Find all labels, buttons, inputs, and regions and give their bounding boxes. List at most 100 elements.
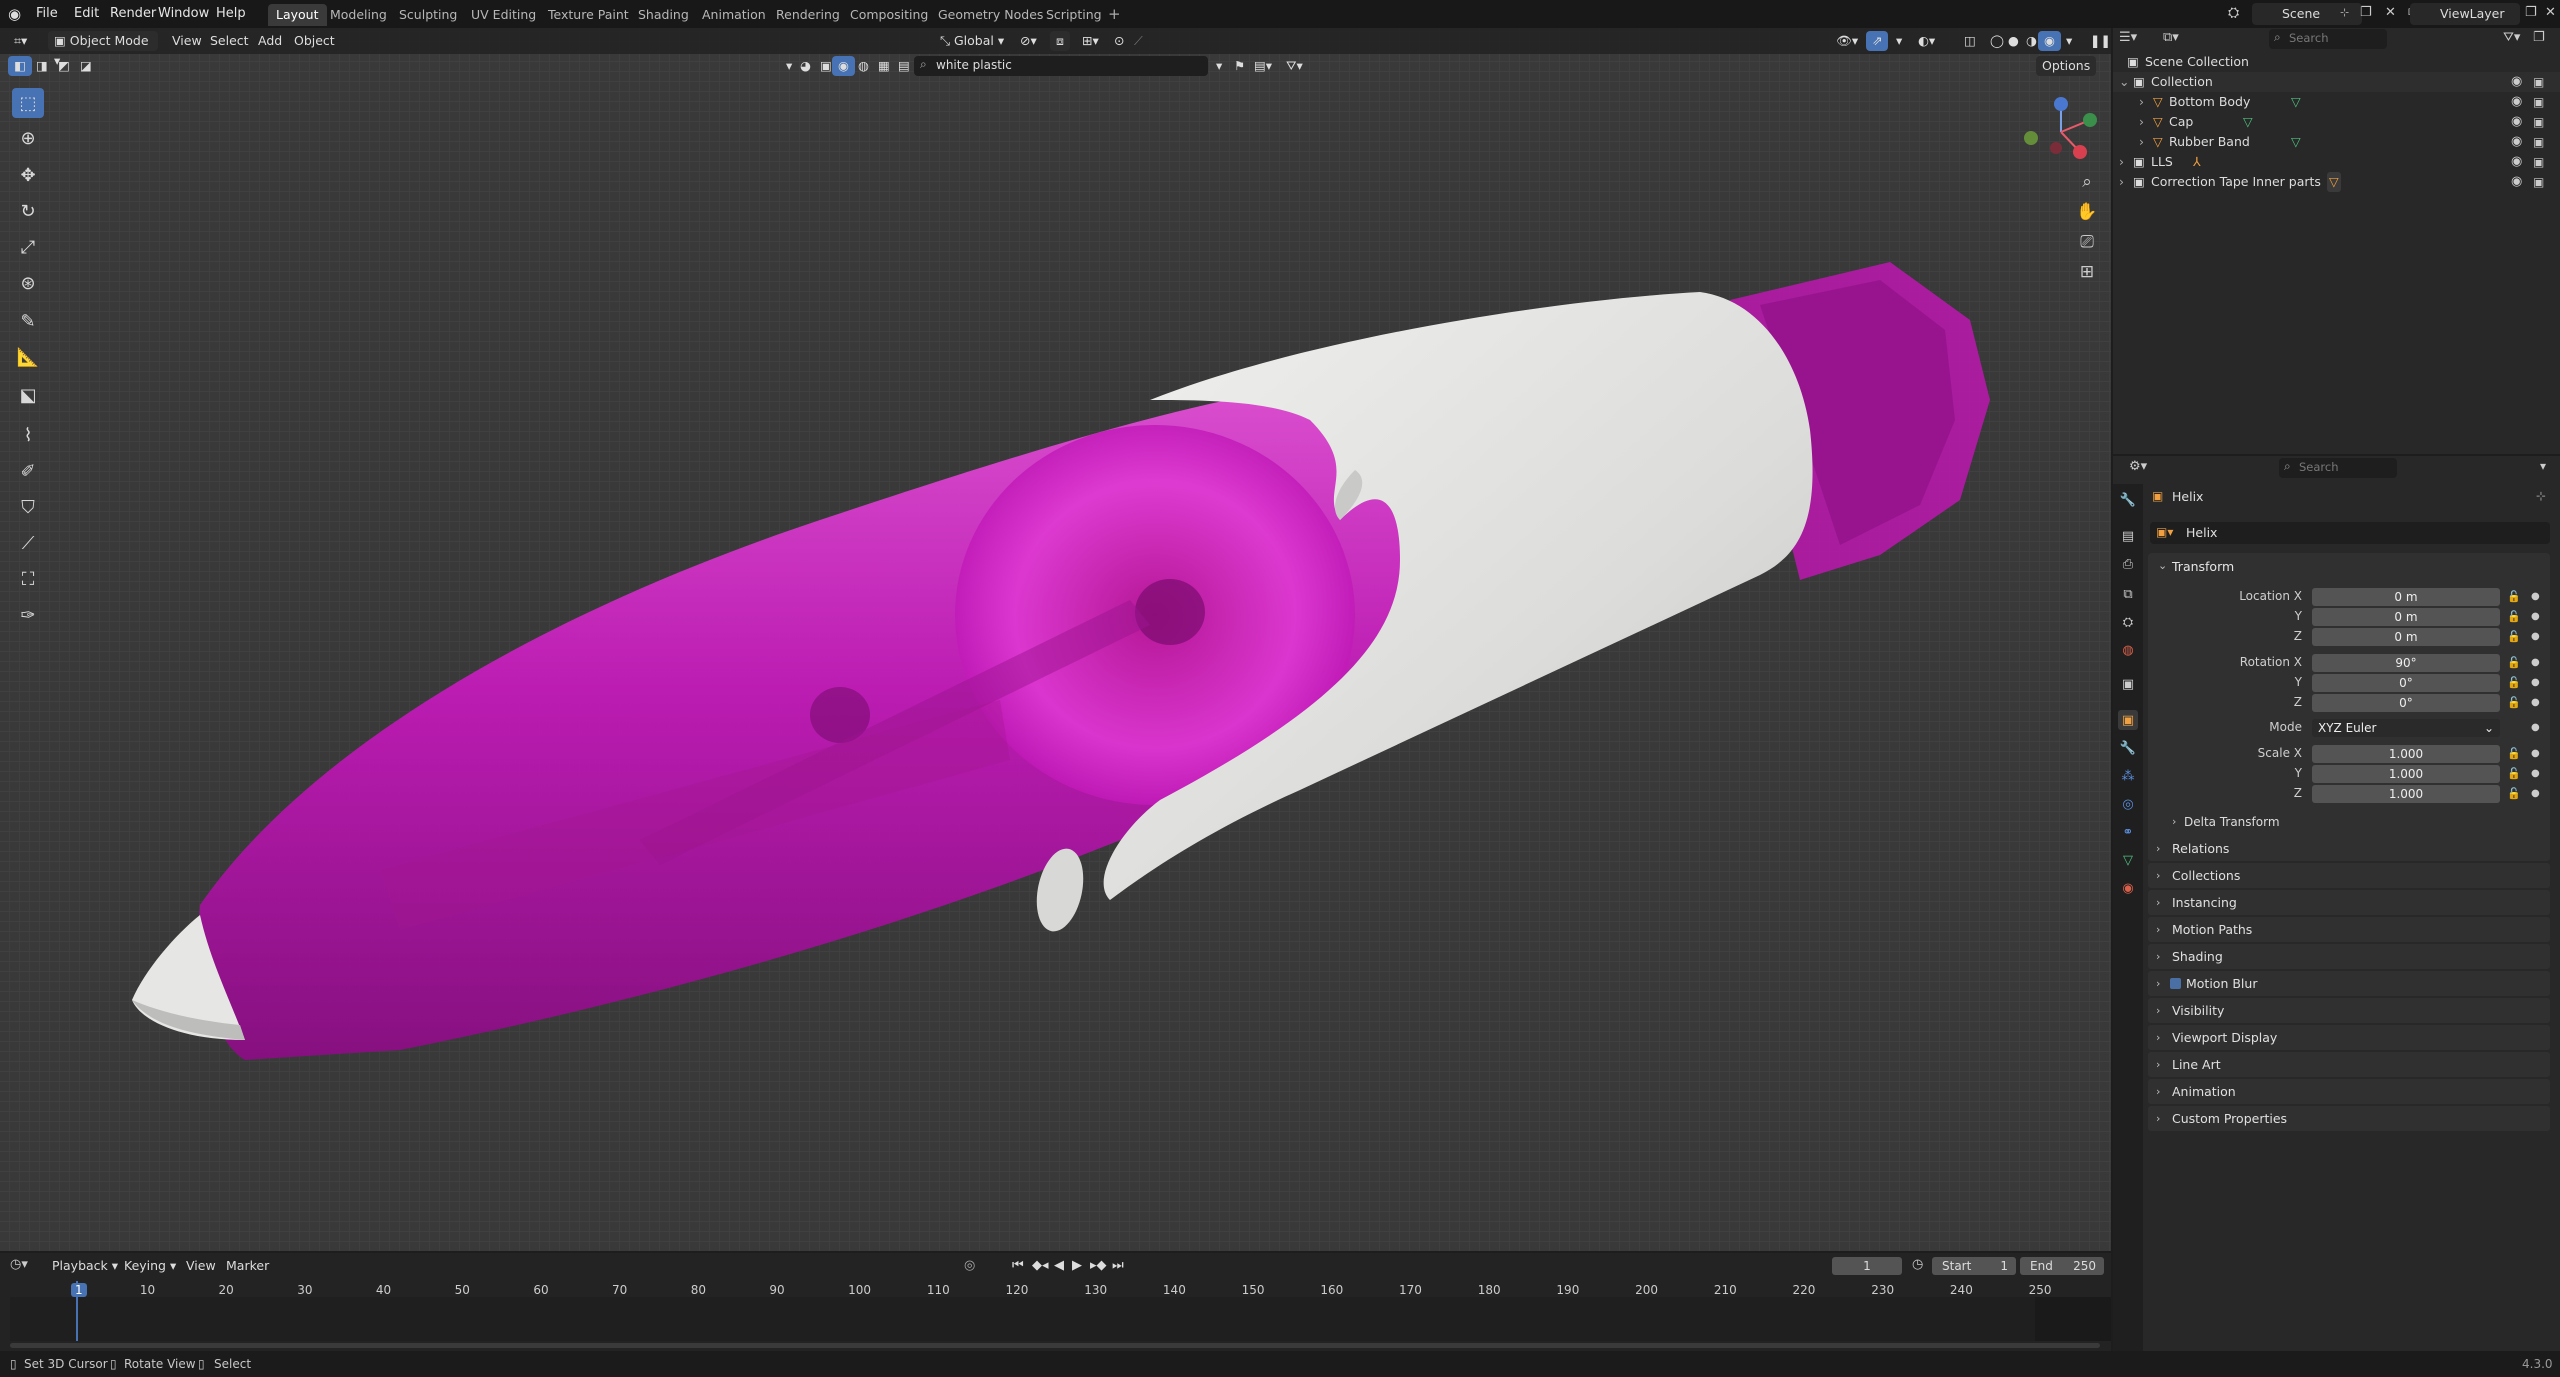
viewport-display-panel[interactable]: › Viewport Display [2148,1025,2550,1050]
shape-tool-icon[interactable]: ⛶ [12,564,44,594]
location-y-field[interactable]: 0 m [2312,608,2500,626]
shading-panel[interactable]: › Shading [2148,944,2550,969]
transform-orientation-selector[interactable]: ⤡ Global ▾ [934,31,1010,51]
new-collection-icon[interactable]: ❐ [2533,30,2545,45]
timeline-editor-icon[interactable]: ◷▾ [10,1257,28,1272]
move-tool-icon[interactable]: ✥ [12,160,44,190]
cursor-tool-icon[interactable]: ⊕ [12,123,44,153]
tab-scripting[interactable]: Scripting [1038,4,1110,26]
outliner-row-cap[interactable]: › ▽ Cap ▽ ◉ ▣ [2113,112,2560,132]
3d-viewport[interactable] [0,28,2111,1251]
camera-icon[interactable]: ▣ [2533,172,2544,192]
fill-tool-icon[interactable]: ⛉ [12,492,44,522]
keyframe-dot-icon[interactable]: ● [2531,697,2540,708]
snap-toggle-icon[interactable]: ⧈ [1050,31,1070,51]
object-tab-icon[interactable]: ▣ [2118,710,2138,730]
scene-icon[interactable]: ⛭ [2228,5,2239,21]
camera-icon[interactable]: ▣ [2533,112,2544,132]
delete-view-layer-icon[interactable]: ✕ [2545,5,2556,20]
camera-icon[interactable]: ▣ [2533,152,2544,172]
select-new-icon[interactable]: ◧ [8,56,32,76]
tab-animation[interactable]: Animation [694,4,774,26]
lock-icon[interactable]: 🔓 [2507,787,2521,800]
material-tab-icon[interactable]: ◉ [2118,878,2138,898]
select-invert-icon[interactable]: ◪ [74,56,98,76]
outliner-row-lls[interactable]: › ▣ LLS ⅄ ◉ ▣ [2113,152,2560,172]
properties-editor-icon[interactable]: ⚙▾ [2129,459,2147,474]
scale-y-field[interactable]: 1.000 [2312,765,2500,783]
motion-paths-panel[interactable]: › Motion Paths [2148,917,2550,942]
tab-compositing[interactable]: Compositing [842,4,936,26]
new-view-layer-icon[interactable]: ❐ [2525,5,2537,20]
shading-options-icon[interactable]: ▾ [2060,31,2078,51]
tab-shading[interactable]: Shading [630,4,697,26]
keyframe-dot-icon[interactable]: ● [2531,631,2540,642]
expand-chevron-icon[interactable]: › [2139,112,2144,132]
world-tab-icon[interactable]: ◍ [2118,640,2138,660]
outliner-row-collection[interactable]: ⌄ ▣ Collection ◉ ▣ [2113,72,2560,92]
expand-chevron-icon[interactable]: › [2172,815,2176,828]
rotation-z-field[interactable]: 0° [2312,694,2500,712]
custom-properties-panel[interactable]: › Custom Properties [2148,1106,2550,1131]
tab-modeling[interactable]: Modeling [322,4,395,26]
play-reverse-icon[interactable]: ◀ [1054,1258,1064,1273]
filter-icon[interactable]: ⛛▾ [2503,30,2520,45]
select-extend-icon[interactable]: ◨ [30,56,54,76]
instancing-panel[interactable]: › Instancing [2148,890,2550,915]
add-cube-tool-icon[interactable]: ⬕ [12,380,44,410]
scene-tab-icon[interactable]: ⛭ [2118,612,2138,632]
line-tool-icon[interactable]: ⟋ [12,528,44,558]
eye-icon[interactable]: ◉ [2511,112,2522,132]
expand-chevron-icon[interactable]: ⌄ [2119,72,2129,92]
outliner-search-field[interactable]: ⌕ Search [2269,29,2387,49]
keyframe-dot-icon[interactable]: ● [2531,611,2540,622]
scale-x-field[interactable]: 1.000 [2312,745,2500,763]
keyframe-dot-icon[interactable]: ● [2531,591,2540,602]
menu-file[interactable]: File [30,4,64,24]
gizmo-dropdown-icon[interactable]: ▾ [1890,31,1908,51]
tab-texture-paint[interactable]: Texture Paint [540,4,637,26]
expand-chevron-icon[interactable]: › [2119,152,2124,172]
motion-blur-checkbox[interactable] [2170,978,2181,989]
expand-chevron-icon[interactable]: › [2139,92,2144,112]
rendered-shading-icon[interactable]: ◉ [2038,31,2061,51]
render-icon[interactable]: ▤ [892,56,916,76]
modifier-tab-icon[interactable]: 🔧 [2118,738,2138,758]
tab-rendering[interactable]: Rendering [768,4,848,26]
current-frame-field[interactable]: 1 [1832,1257,1902,1275]
editor-type-icon[interactable]: ⌗▾ [8,31,33,51]
keyframe-dot-icon[interactable]: ● [2531,748,2540,759]
constraints-tab-icon[interactable]: ⚭ [2118,822,2138,842]
location-z-field[interactable]: 0 m [2312,628,2500,646]
particles-tab-icon[interactable]: ⁂ [2118,766,2138,786]
annotate-tool-icon[interactable]: ✎ [12,306,44,336]
menu-playback[interactable]: Playback ▾ [46,1256,124,1276]
tab-sculpting[interactable]: Sculpting [391,4,465,26]
lock-icon[interactable]: 🔓 [2507,630,2521,643]
motion-blur-panel[interactable]: › Motion Blur [2148,971,2550,996]
keyframe-dot-icon[interactable]: ● [2531,722,2540,733]
lock-icon[interactable]: 🔓 [2507,747,2521,760]
expand-chevron-icon[interactable]: › [2119,172,2124,192]
outliner-row-scene-collection[interactable]: ▣ Scene Collection [2113,52,2560,72]
zoom-icon[interactable]: ⌕ [2072,168,2102,196]
menu-edit[interactable]: Edit [68,4,105,24]
tab-layout[interactable]: Layout [268,4,327,26]
camera-icon[interactable]: ▣ [2533,132,2544,152]
select-subtract-icon[interactable]: ◩ [52,56,76,76]
menu-view[interactable]: View [166,31,208,51]
end-frame-field[interactable]: End 250 [2020,1257,2104,1275]
jump-end-icon[interactable]: ⏭ [1112,1258,1124,1273]
eye-icon[interactable]: ◉ [2511,152,2522,172]
relations-panel[interactable]: › Relations [2148,836,2550,861]
pivot-point-icon[interactable]: ⊘▾ [1014,31,1043,51]
expand-chevron-icon[interactable]: › [2139,132,2144,152]
gizmo-toggle-icon[interactable]: ⇗ [1866,31,1889,51]
add-workspace-icon[interactable]: + [1108,5,1121,23]
rotation-x-field[interactable]: 90° [2312,654,2500,672]
rotation-y-field[interactable]: 0° [2312,674,2500,692]
output-tab-icon[interactable]: ⎙ [2118,554,2138,574]
lock-icon[interactable]: 🔓 [2507,696,2521,709]
correction-tape-model[interactable] [0,28,2111,1251]
camera-icon[interactable]: ▣ [2533,72,2544,92]
